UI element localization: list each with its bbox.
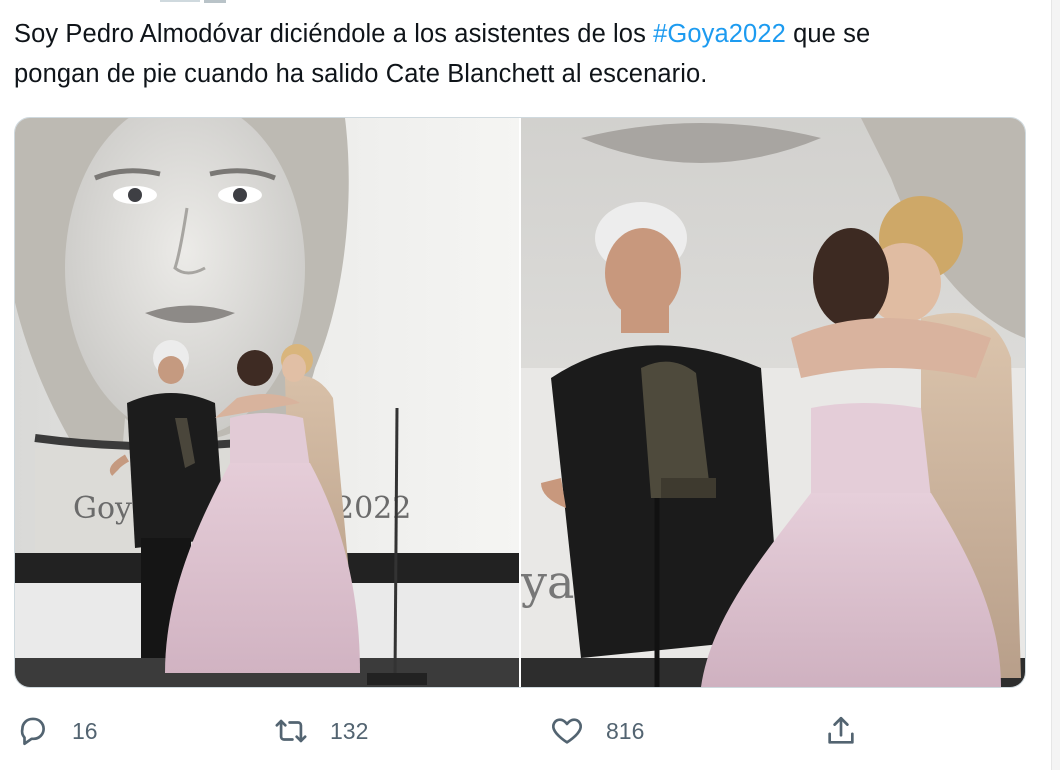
like-button[interactable]: 816 (550, 706, 644, 756)
photo-right[interactable]: ya (521, 118, 1025, 687)
backdrop-text-right: ya (521, 555, 574, 609)
photo-left-image: Goya 2022 (15, 118, 519, 687)
tweet-text-part2: que se (785, 20, 871, 48)
retweet-count: 132 (330, 717, 369, 744)
tweet-text: Soy Pedro Almodóvar diciéndole a los asi… (14, 14, 1024, 94)
photo-left[interactable]: Goya 2022 (15, 118, 519, 687)
share-icon (828, 716, 854, 744)
tweet-text-line2: pongan de pie cuando ha salido Cate Blan… (14, 60, 708, 88)
reply-icon (20, 717, 45, 746)
reply-count: 16 (72, 717, 98, 744)
backdrop-year-left: 2022 (335, 491, 411, 526)
retweet-button[interactable]: 132 (274, 706, 368, 756)
scrollbar[interactable] (1051, 0, 1060, 770)
share-button[interactable] (824, 706, 858, 756)
retweet-icon (275, 719, 307, 743)
media-grid: Goya 2022 ya (14, 117, 1026, 688)
hashtag-link[interactable]: #Goya2022 (653, 20, 786, 48)
like-count: 816 (606, 717, 645, 744)
tweet-text-part1: Soy Pedro Almodóvar diciéndole a los asi… (14, 20, 654, 48)
username-fragment (204, 0, 226, 3)
heart-icon (552, 718, 582, 744)
previous-content-edge (160, 0, 230, 4)
reply-button[interactable]: 16 (16, 706, 98, 756)
photo-right-image: ya (521, 118, 1025, 687)
username-underline (160, 0, 200, 2)
tweet-actions: 16 132 816 (0, 706, 1000, 756)
